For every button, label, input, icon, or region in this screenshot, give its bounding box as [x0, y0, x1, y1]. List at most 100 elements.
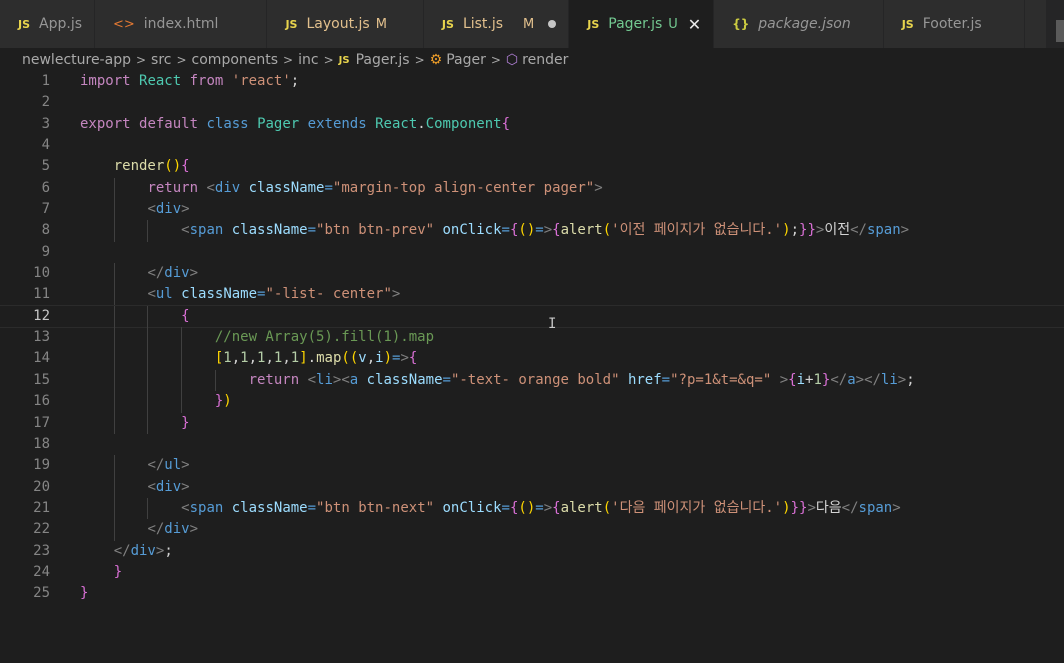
line-number: 7 [41, 201, 50, 218]
code-text: //new Array(5).fill(1).map [214, 329, 435, 346]
line-number: 12 [33, 307, 50, 324]
line-number: 24 [33, 563, 50, 580]
chevron-right-icon: > [283, 53, 294, 67]
javascript-file-icon: JS [285, 17, 298, 31]
line-number: 22 [33, 521, 50, 538]
code-text: { [181, 307, 190, 324]
code-line[interactable]: 11 <ul className="-list- center"> [0, 284, 1064, 306]
json-file-icon: {} [732, 17, 750, 31]
line-number: 10 [33, 265, 50, 282]
code-text: } [80, 585, 89, 602]
code-line[interactable]: 9 [0, 242, 1064, 263]
tab-app-js[interactable]: JS App.js [0, 0, 95, 48]
code-line[interactable]: 3 export default class Pager extends Reac… [0, 114, 1064, 135]
breadcrumb-item-src[interactable]: src [151, 52, 171, 68]
tab-label: package.json [758, 16, 851, 32]
code-line[interactable]: 4 [0, 135, 1064, 156]
html-file-icon: <> [113, 16, 135, 32]
tab-package-json[interactable]: {} package.json [714, 0, 884, 48]
code-line[interactable]: 7 <div> [0, 199, 1064, 221]
code-text: return <div className="margin-top align-… [147, 179, 603, 196]
code-line[interactable]: 18 [0, 434, 1064, 455]
tab-index-html[interactable]: <> index.html [95, 0, 268, 48]
class-icon: ⚙ [429, 52, 443, 68]
code-line[interactable]: 17 } [0, 412, 1064, 434]
code-text: } [181, 414, 190, 431]
code-line[interactable]: 6 return <div className="margin-top alig… [0, 177, 1064, 200]
code-text: [1,1,1,1,1].map((v,i)=>{ [214, 350, 418, 367]
breadcrumb-item-inc[interactable]: inc [298, 52, 318, 68]
line-number: 4 [41, 137, 50, 154]
line-number: 5 [41, 158, 50, 175]
breadcrumb-item-class[interactable]: Pager [446, 52, 486, 68]
line-number: 23 [33, 542, 50, 559]
code-line[interactable]: 15 return <li><a className="-text- orang… [0, 369, 1064, 392]
code-line[interactable]: 22 </div> [0, 519, 1064, 541]
untracked-badge: U [668, 16, 678, 32]
code-text: <span className="btn btn-next" onClick={… [181, 499, 901, 516]
code-line[interactable]: 19 </ul> [0, 455, 1064, 477]
breadcrumb-item-file[interactable]: Pager.js [356, 52, 410, 68]
code-text: }) [214, 393, 232, 410]
line-number: 21 [33, 499, 50, 516]
code-line[interactable]: 8 <span className="btn btn-prev" onClick… [0, 220, 1064, 242]
code-line[interactable]: 5 render(){ [0, 156, 1064, 177]
code-text: render(){ [113, 158, 190, 175]
tab-label: Pager.js [608, 16, 663, 32]
text-cursor-icon: I [548, 316, 557, 332]
javascript-file-icon: JS [338, 54, 350, 66]
code-line[interactable]: 20 <div> [0, 476, 1064, 498]
chevron-right-icon: > [414, 53, 425, 67]
code-line[interactable]: 21 <span className="btn btn-next" onClic… [0, 497, 1064, 520]
method-icon: ⬡ [505, 52, 519, 68]
line-number: 6 [41, 179, 50, 196]
tab-list-js[interactable]: JS List.js M [423, 0, 570, 48]
code-text: <span className="btn btn-prev" onClick={… [181, 222, 910, 239]
javascript-file-icon: JS [18, 17, 31, 31]
code-line[interactable]: 12 { [0, 304, 1064, 329]
tab-label: index.html [143, 16, 219, 32]
chevron-right-icon: > [176, 53, 187, 67]
chevron-right-icon: > [490, 53, 501, 67]
breadcrumb: newlecture-app > src > components > inc … [0, 48, 1064, 72]
line-number: 2 [41, 94, 50, 111]
modified-badge: M [523, 16, 535, 32]
close-icon[interactable]: ✕ [688, 15, 701, 34]
code-line[interactable]: 25} [0, 583, 1064, 604]
unsaved-dot-icon[interactable] [548, 20, 557, 28]
tab-footer-js[interactable]: JS Footer.js [883, 0, 1025, 48]
code-line[interactable]: 16 }) [0, 391, 1064, 413]
minimap-scroll-indicator[interactable] [1056, 20, 1064, 42]
modified-badge: M [375, 16, 387, 32]
line-number: 9 [41, 243, 50, 260]
tab-overflow[interactable] [1024, 0, 1047, 48]
code-line[interactable]: 13 //new Array(5).fill(1).map [0, 327, 1064, 349]
code-line[interactable]: 24 } [0, 562, 1064, 583]
code-line[interactable]: 14 [1,1,1,1,1].map((v,i)=>{ [0, 348, 1064, 370]
line-number: 3 [41, 115, 50, 132]
code-text: </div> [147, 521, 199, 538]
tab-label: Layout.js [306, 16, 370, 32]
line-number: 15 [33, 371, 50, 388]
line-number: 19 [33, 457, 50, 474]
breadcrumb-item-components[interactable]: components [192, 52, 279, 68]
line-number: 1 [41, 73, 50, 89]
tab-label: Footer.js [922, 16, 982, 32]
code-line[interactable]: 23 </div>; [0, 541, 1064, 562]
code-text: import React from 'react'; [80, 73, 300, 89]
code-text: <div> [147, 478, 190, 495]
breadcrumb-item-method[interactable]: render [522, 52, 568, 68]
code-line[interactable]: 1 import React from 'react'; [0, 71, 1064, 92]
tab-layout-js[interactable]: JS Layout.js M [267, 0, 424, 48]
breadcrumb-item-project[interactable]: newlecture-app [22, 52, 131, 68]
code-line[interactable]: 10 </div> [0, 263, 1064, 285]
tab-pager-js[interactable]: JS Pager.js U ✕ [569, 0, 715, 48]
code-text: </div>; [113, 542, 173, 559]
tab-label: List.js [462, 16, 504, 32]
code-text: } [113, 563, 123, 580]
code-text: return <li><a className="-text- orange b… [248, 371, 915, 388]
code-line[interactable]: 2 [0, 92, 1064, 113]
code-editor[interactable]: 1 import React from 'react'; 2 3 export defa… [0, 71, 1064, 631]
javascript-file-icon: JS [901, 17, 914, 31]
line-number: 11 [33, 286, 50, 303]
